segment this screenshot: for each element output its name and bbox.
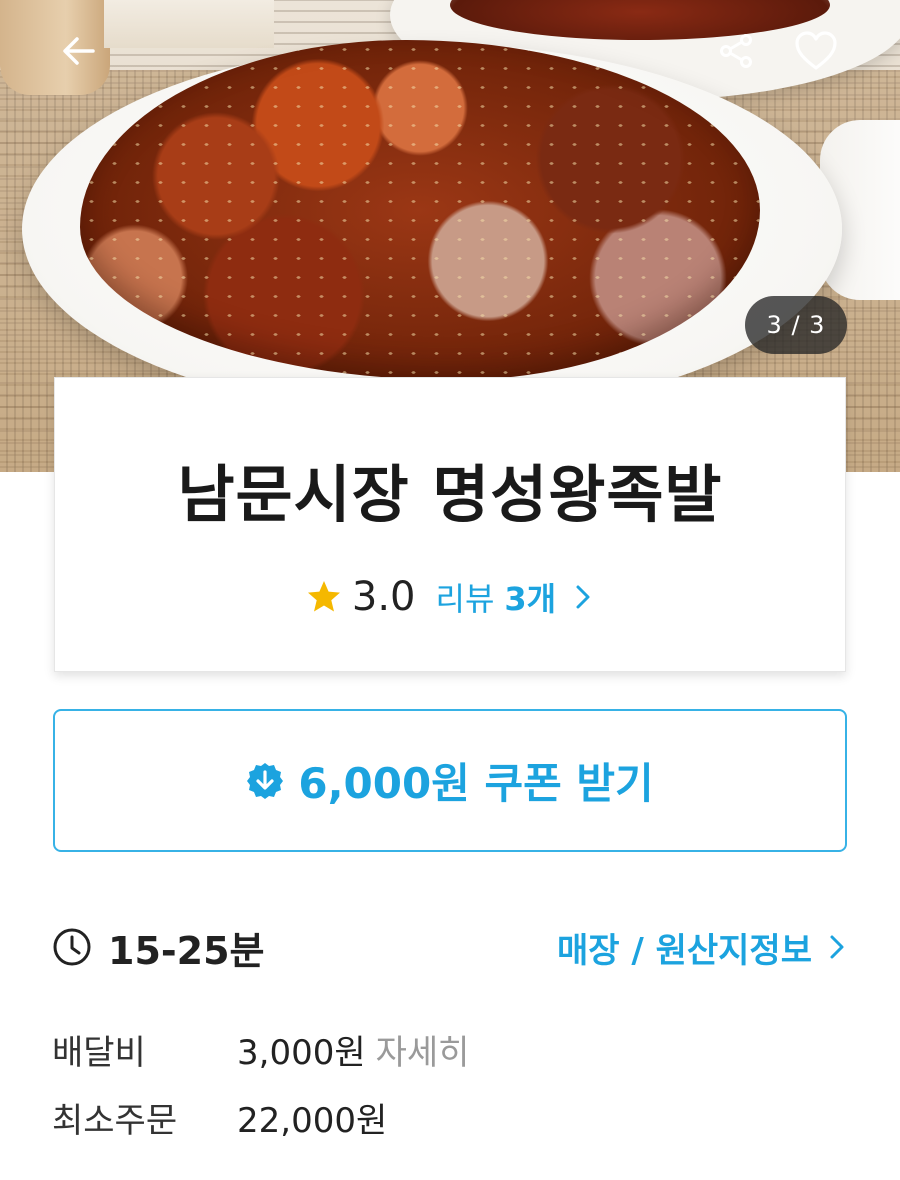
delivery-fee-label: 배달비 [52, 1032, 146, 1073]
back-button[interactable] [56, 28, 102, 74]
review-label: 리뷰 [435, 580, 495, 618]
delivery-fee-row: 배달비 3,000원 자세히 [52, 1024, 469, 1074]
coupon-download-button[interactable]: 6,000원 쿠폰 받기 [53, 709, 847, 852]
store-origin-info-label: 매장 / 원산지정보 [556, 930, 812, 971]
chevron-right-icon [576, 585, 590, 609]
heart-icon [795, 31, 837, 70]
like-button[interactable] [790, 28, 842, 74]
delivery-time: 15-25분 [108, 928, 265, 973]
clock-icon [53, 928, 91, 966]
delivery-time-row: 15-25분 매장 / 원산지정보 [52, 918, 848, 976]
store-title-card: 남문시장 명성왕족발 3.0 리뷰 3개 [54, 377, 846, 672]
share-button[interactable] [713, 28, 759, 74]
sesame-garnish [80, 40, 760, 380]
delivery-fee-value: 3,000원 [237, 1032, 366, 1073]
image-counter: 3 / 3 [745, 296, 847, 354]
store-origin-info-link[interactable]: 매장 / 원산지정보 [557, 923, 848, 972]
minimum-order-row: 최소주문 22,000원 [52, 1092, 387, 1142]
minimum-order-label: 최소주문 [52, 1100, 178, 1141]
background-dish [104, 0, 274, 48]
rating-row: 3.0 리뷰 3개 [306, 574, 594, 620]
delivery-fee-detail-link[interactable]: 자세히 [376, 1025, 470, 1074]
review-link[interactable]: 리뷰 3개 [436, 574, 595, 620]
download-badge-icon [247, 762, 284, 799]
back-arrow-icon [63, 37, 95, 65]
share-icon [720, 34, 752, 68]
minimum-order-value: 22,000원 [237, 1100, 388, 1141]
star-icon [307, 581, 340, 612]
chevron-right-icon [830, 935, 844, 959]
store-detail-page: 3 / 3 남문시장 명성왕족발 3.0 리뷰 3개 6,000원 쿠폰 받기 [0, 0, 900, 1180]
review-count: 3개 [504, 580, 557, 618]
store-name: 남문시장 명성왕족발 [177, 458, 723, 531]
rating-value: 3.0 [351, 574, 416, 620]
coupon-label: 6,000원 쿠폰 받기 [298, 759, 654, 808]
